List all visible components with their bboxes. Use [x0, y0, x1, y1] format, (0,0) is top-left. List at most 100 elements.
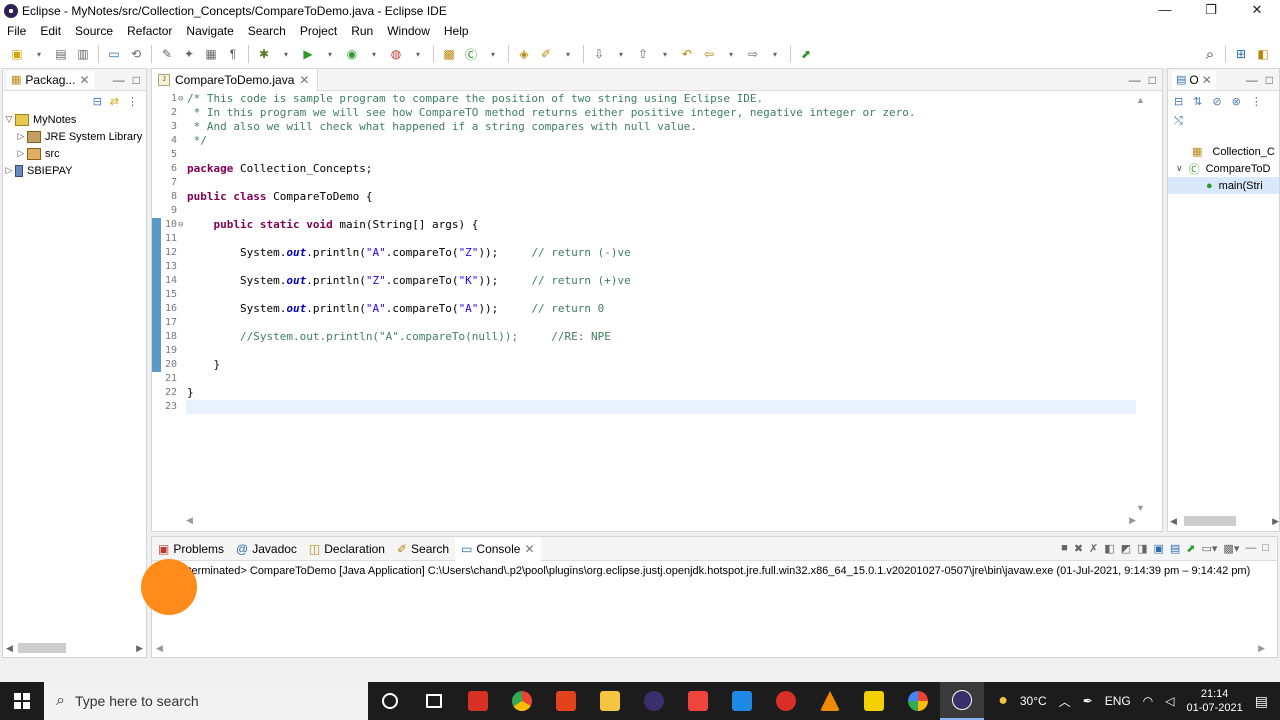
new-icon[interactable]: ▣ [8, 45, 26, 63]
editor-vertical-scrollbar[interactable]: ▲ ▼ [1136, 95, 1148, 515]
pin-editor-icon[interactable]: ⬈ [797, 45, 815, 63]
chevron-right-icon[interactable]: ▷ [15, 131, 27, 142]
refresh-icon[interactable]: ⟲ [127, 45, 145, 63]
annotation-icon[interactable]: ✎ [158, 45, 176, 63]
fold-icon[interactable]: ⊖ [178, 218, 183, 232]
chevron-down-icon[interactable]: ▽ [3, 114, 15, 125]
display-console-icon[interactable]: ▤ [1170, 542, 1180, 555]
code-area[interactable]: 1 ⊖/* This code is sample program to comp… [152, 92, 1162, 512]
tab-console[interactable]: ▭ Console ✕ [455, 536, 541, 561]
terminate-icon[interactable]: ■ [1061, 542, 1068, 555]
weather-icon[interactable]: ● [998, 692, 1008, 710]
scroll-left-icon[interactable]: ◀ [186, 515, 193, 526]
chevron-down-icon[interactable]: ∨ [1176, 163, 1183, 174]
view-menu-icon[interactable]: ⋮ [127, 95, 138, 108]
task-view-icon[interactable] [412, 682, 456, 720]
fold-icon[interactable]: ⊖ [178, 92, 183, 106]
scroll-right-icon[interactable]: ▶ [1129, 515, 1136, 526]
volume-icon[interactable]: ◁ [1165, 694, 1174, 708]
pin-console-icon[interactable]: ▣ [1153, 542, 1163, 555]
outline-item-method[interactable]: ● main(Stri [1168, 177, 1279, 194]
tab-problems[interactable]: ▣ Problems [152, 537, 230, 561]
dropdown-icon[interactable]: ▾ [365, 45, 383, 63]
word-wrap-icon[interactable]: ◨ [1137, 542, 1147, 555]
menu-project[interactable]: Project [293, 24, 344, 38]
editor-horizontal-scrollbar[interactable]: ◀ ▶ [186, 515, 1136, 525]
dropdown-icon[interactable]: ▾ [30, 45, 48, 63]
minimize-view-icon[interactable]: — [1246, 73, 1258, 87]
close-icon[interactable]: ✕ [1202, 73, 1212, 87]
menu-navigate[interactable]: Navigate [179, 24, 240, 38]
scroll-right-icon[interactable]: ▶ [136, 643, 147, 654]
vlc-icon[interactable] [808, 682, 852, 720]
external-tools-icon[interactable]: ◍ [387, 45, 405, 63]
copy-icon[interactable]: ◧ [1104, 542, 1114, 555]
scroll-left-icon[interactable]: ◀ [156, 643, 163, 654]
hide-fields-icon[interactable]: ⊘ [1212, 95, 1221, 108]
mark-icon[interactable]: ✦ [180, 45, 198, 63]
menu-window[interactable]: Window [380, 24, 437, 38]
console-menu-icon[interactable]: ▭▾ [1202, 542, 1218, 555]
back-icon[interactable]: ⇦ [700, 45, 718, 63]
scroll-right-icon[interactable]: ▶ [1258, 643, 1265, 654]
anydesk-icon[interactable] [676, 682, 720, 720]
maximize-view-icon[interactable]: □ [1266, 73, 1273, 87]
menu-file[interactable]: File [0, 24, 33, 38]
menu-help[interactable]: Help [437, 24, 476, 38]
start-button[interactable] [0, 682, 44, 720]
tab-comparetodemo[interactable]: J CompareToDemo.java ✕ [152, 68, 319, 91]
close-button[interactable]: ✕ [1234, 0, 1280, 22]
search-icon[interactable]: ⌕ [1201, 45, 1219, 63]
collapse-all-icon[interactable]: ⊟ [1174, 95, 1183, 108]
open-type-icon[interactable]: ◈ [515, 45, 533, 63]
maximize-view-icon[interactable]: □ [1149, 73, 1156, 87]
run-icon[interactable]: ▶ [299, 45, 317, 63]
tab-declaration[interactable]: ◫ Declaration [303, 537, 391, 561]
chevron-up-icon[interactable]: ︿ [1059, 693, 1071, 710]
tab-package-explorer[interactable]: ▦ Packag... ✕ [7, 70, 94, 89]
dropdown-icon[interactable]: ▾ [484, 45, 502, 63]
package-explorer-scrollbar[interactable]: ◀ ▶ [2, 641, 147, 655]
sticky-notes-icon[interactable] [852, 682, 896, 720]
block-icon[interactable]: ▦ [202, 45, 220, 63]
wifi-icon[interactable]: ◠ [1143, 694, 1153, 708]
dropdown-icon[interactable]: ▾ [612, 45, 630, 63]
link-editor-icon[interactable]: ⇄ [110, 95, 119, 108]
maximize-view-icon[interactable]: □ [1262, 542, 1269, 555]
minimize-view-icon[interactable]: — [113, 73, 125, 87]
search-tool-icon[interactable]: ✐ [537, 45, 555, 63]
scroll-left-icon[interactable]: ◀ [1168, 516, 1177, 527]
hide-static-icon[interactable]: ⊗ [1232, 95, 1241, 108]
snipping-tool-icon[interactable] [764, 682, 808, 720]
scroll-thumb[interactable] [18, 643, 66, 653]
tree-item-sbiepay[interactable]: ▷ SBIEPAY [3, 162, 146, 179]
chevron-right-icon[interactable]: ▷ [15, 148, 27, 159]
notifications-icon[interactable]: ▤ [1255, 693, 1268, 710]
new-class-icon[interactable]: Ⓒ [462, 45, 480, 63]
menu-search[interactable]: Search [241, 24, 293, 38]
close-icon[interactable]: ✕ [524, 542, 534, 556]
maximize-button[interactable]: ❐ [1188, 0, 1234, 22]
tab-javadoc[interactable]: @ Javadoc [230, 537, 303, 561]
dropdown-icon[interactable]: ▾ [656, 45, 674, 63]
weather-temp[interactable]: 30°C [1020, 694, 1047, 708]
close-icon[interactable]: ✕ [299, 73, 309, 87]
tree-item-mynotes[interactable]: ▽ MyNotes [3, 111, 146, 128]
save-icon[interactable]: ▤ [52, 45, 70, 63]
tab-outline[interactable]: ▤ O ✕ [1172, 70, 1216, 89]
dropdown-icon[interactable]: ▾ [559, 45, 577, 63]
scroll-right-icon[interactable]: ▶ [1272, 516, 1279, 527]
focus-icon[interactable]: ⤭ [1174, 115, 1183, 128]
clock[interactable]: 21:14 01-07-2021 [1186, 687, 1242, 715]
photos-icon[interactable] [720, 682, 764, 720]
console-output[interactable]: 0 [152, 577, 1277, 603]
chevron-right-icon[interactable]: ▷ [3, 165, 15, 176]
scroll-up-icon[interactable]: ▲ [1136, 95, 1145, 105]
scroll-lock-icon[interactable]: ◩ [1121, 542, 1131, 555]
scroll-down-icon[interactable]: ▼ [1136, 503, 1145, 513]
tab-search[interactable]: ✐ Search [391, 537, 455, 561]
menu-source[interactable]: Source [68, 24, 120, 38]
console-scrollbar[interactable]: ◀ ▶ [152, 643, 1279, 653]
new-package-icon[interactable]: ▩ [440, 45, 458, 63]
maximize-view-icon[interactable]: □ [133, 73, 140, 87]
